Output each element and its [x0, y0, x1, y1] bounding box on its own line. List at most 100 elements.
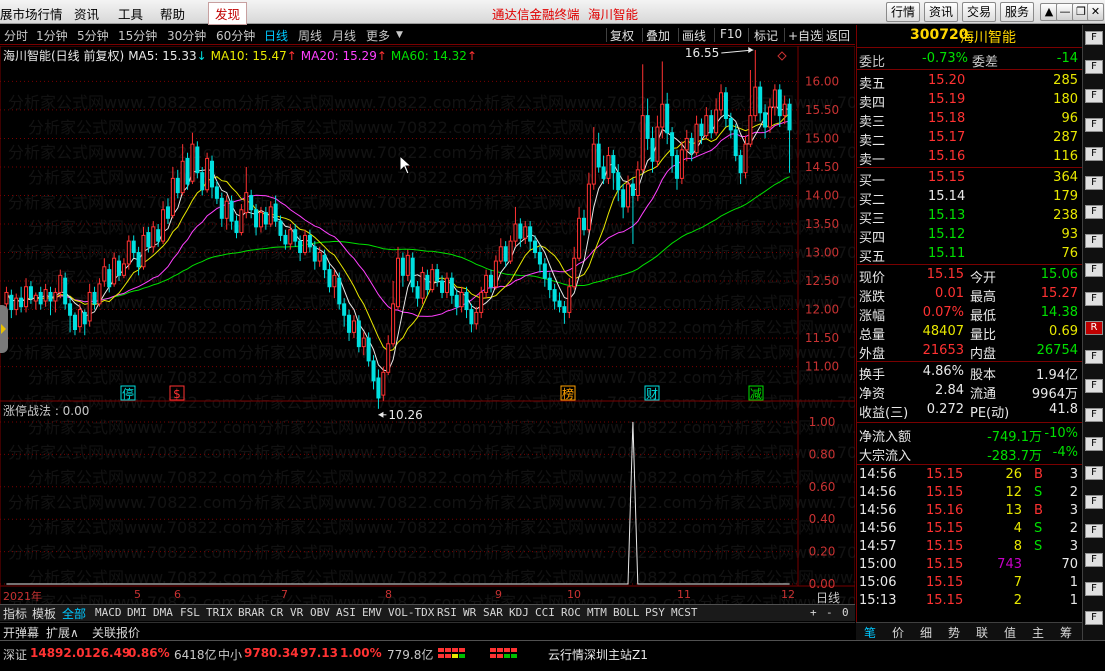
sidebar-shortcut[interactable]: R	[1085, 321, 1103, 335]
tab-roc[interactable]: ROC	[561, 606, 581, 619]
period-tab[interactable]: 30分钟	[167, 27, 206, 44]
tab-asi[interactable]: ASI	[336, 606, 356, 619]
event-marker[interactable]: 财	[644, 385, 660, 401]
tab-dma[interactable]: DMA	[153, 606, 173, 619]
tab-boll[interactable]: BOLL	[613, 606, 640, 619]
sidebar-shortcut[interactable]: F	[1085, 582, 1103, 596]
sidebar-shortcut[interactable]: F	[1085, 466, 1103, 480]
index-sz-label[interactable]: 深证	[3, 646, 27, 663]
close-icon[interactable]: ✕	[1087, 3, 1104, 21]
danmaku-toggle[interactable]: 开弹幕	[3, 624, 39, 641]
menu-item-tools[interactable]: 工具	[118, 4, 143, 23]
sidebar-shortcut[interactable]: F	[1085, 31, 1103, 45]
order-row[interactable]: 卖二 15.17 287	[856, 129, 1082, 149]
tab-detail[interactable]: 细	[920, 624, 932, 641]
tab-vr[interactable]: VR	[290, 606, 303, 619]
sidebar-shortcut[interactable]: F	[1085, 263, 1103, 277]
tab-emv[interactable]: EMV	[362, 606, 382, 619]
order-row[interactable]: 买三 15.13 238	[856, 207, 1082, 227]
related-quotes-button[interactable]: 关联报价	[92, 624, 140, 641]
order-row[interactable]: 买一 15.15 364	[856, 169, 1082, 189]
tab-main[interactable]: 主	[1032, 624, 1044, 641]
tab-rsi[interactable]: RSI	[437, 606, 457, 619]
sidebar-shortcut[interactable]: F	[1085, 60, 1103, 74]
tab-mcst[interactable]: MCST	[671, 606, 698, 619]
sidebar-shortcut[interactable]: F	[1085, 205, 1103, 219]
period-tab[interactable]: 月线	[332, 27, 356, 44]
sidebar-shortcut[interactable]: F	[1085, 292, 1103, 306]
period-tab[interactable]: 分时	[4, 27, 28, 44]
sidebar-shortcut[interactable]: F	[1085, 379, 1103, 393]
tab-chips[interactable]: 筹	[1060, 624, 1072, 641]
tab-wr[interactable]: WR	[463, 606, 476, 619]
menu-item-market[interactable]: 展市场行情	[0, 4, 63, 23]
tab-indicator[interactable]: 指标	[3, 605, 27, 622]
chevron-down-icon[interactable]: ▼	[396, 30, 403, 40]
tab-cr[interactable]: CR	[270, 606, 283, 619]
zoom-out-button[interactable]: -	[826, 606, 833, 619]
event-marker[interactable]: 减	[748, 385, 764, 401]
adjust-button[interactable]: 复权	[610, 27, 634, 44]
tab-sar[interactable]: SAR	[483, 606, 503, 619]
sidebar-shortcut[interactable]: F	[1085, 408, 1103, 422]
tab-trend[interactable]: 势	[948, 624, 960, 641]
sidebar-shortcut[interactable]: F	[1085, 89, 1103, 103]
event-marker[interactable]: 榜	[560, 385, 576, 401]
order-row[interactable]: 卖五 15.20 285	[856, 72, 1082, 92]
tab-dmi[interactable]: DMI	[127, 606, 147, 619]
sidebar-shortcut[interactable]: F	[1085, 350, 1103, 364]
sidebar-shortcut[interactable]: F	[1085, 118, 1103, 132]
order-row[interactable]: 卖四 15.19 180	[856, 91, 1082, 111]
tab-trades[interactable]: 笔	[864, 624, 876, 641]
index-zx-label[interactable]: 中小	[218, 646, 242, 663]
tab-template[interactable]: 模板	[32, 605, 56, 622]
tab-value[interactable]: 值	[1004, 624, 1016, 641]
left-expand-handle[interactable]	[0, 305, 8, 353]
period-tab[interactable]: 60分钟	[216, 27, 255, 44]
tab-vol-tdx[interactable]: VOL-TDX	[388, 606, 434, 619]
sidebar-shortcut[interactable]: F	[1085, 611, 1103, 625]
trade-button[interactable]: 交易	[962, 2, 996, 22]
tab-fsl[interactable]: FSL	[180, 606, 200, 619]
tab-kdj[interactable]: KDJ	[509, 606, 529, 619]
f10-button[interactable]: F10	[720, 27, 742, 41]
period-tab[interactable]: 1分钟	[36, 27, 68, 44]
order-row[interactable]: 卖一 15.16 116	[856, 148, 1082, 168]
tab-brar[interactable]: BRAR	[238, 606, 265, 619]
order-row[interactable]: 卖三 15.18 96	[856, 110, 1082, 130]
add-watchlist-button[interactable]: +自选	[788, 27, 822, 44]
sidebar-shortcut[interactable]: F	[1085, 553, 1103, 567]
expand-button[interactable]: 扩展∧	[46, 624, 79, 641]
sidebar-shortcut[interactable]: F	[1085, 437, 1103, 451]
menu-item-help[interactable]: 帮助	[160, 4, 185, 23]
tab-psy[interactable]: PSY	[645, 606, 665, 619]
tab-related[interactable]: 联	[976, 624, 988, 641]
server-name[interactable]: 云行情深圳主站Z1	[548, 646, 648, 663]
sidebar-shortcut[interactable]: F	[1085, 495, 1103, 509]
news-button[interactable]: 资讯	[924, 2, 958, 22]
overlay-button[interactable]: 叠加	[646, 27, 670, 44]
zoom-in-button[interactable]: +	[810, 606, 817, 619]
draw-button[interactable]: 画线	[682, 27, 706, 44]
sidebar-shortcut[interactable]: F	[1085, 524, 1103, 538]
period-tab[interactable]: 15分钟	[118, 27, 157, 44]
order-row[interactable]: 买四 15.12 93	[856, 226, 1082, 246]
tab-all[interactable]: 全部	[62, 605, 86, 622]
order-row[interactable]: 买二 15.14 179	[856, 188, 1082, 208]
period-tab-more[interactable]: 更多	[366, 27, 390, 44]
service-button[interactable]: 服务	[1000, 2, 1034, 22]
event-marker[interactable]: 停	[120, 385, 136, 401]
menu-item-discover[interactable]: 发现	[208, 2, 248, 25]
period-tab[interactable]: 5分钟	[77, 27, 109, 44]
sidebar-shortcut[interactable]: F	[1085, 147, 1103, 161]
sidebar-shortcut[interactable]: F	[1085, 176, 1103, 190]
zoom-reset-button[interactable]: 0	[842, 606, 849, 619]
period-tab[interactable]: 周线	[298, 27, 322, 44]
period-tab-active[interactable]: 日线	[264, 27, 288, 44]
tab-macd[interactable]: MACD	[95, 606, 122, 619]
order-row[interactable]: 买五 15.11 76	[856, 245, 1082, 265]
tab-obv[interactable]: OBV	[310, 606, 330, 619]
tab-price[interactable]: 价	[892, 624, 904, 641]
tab-cci[interactable]: CCI	[535, 606, 555, 619]
tab-trix[interactable]: TRIX	[206, 606, 233, 619]
